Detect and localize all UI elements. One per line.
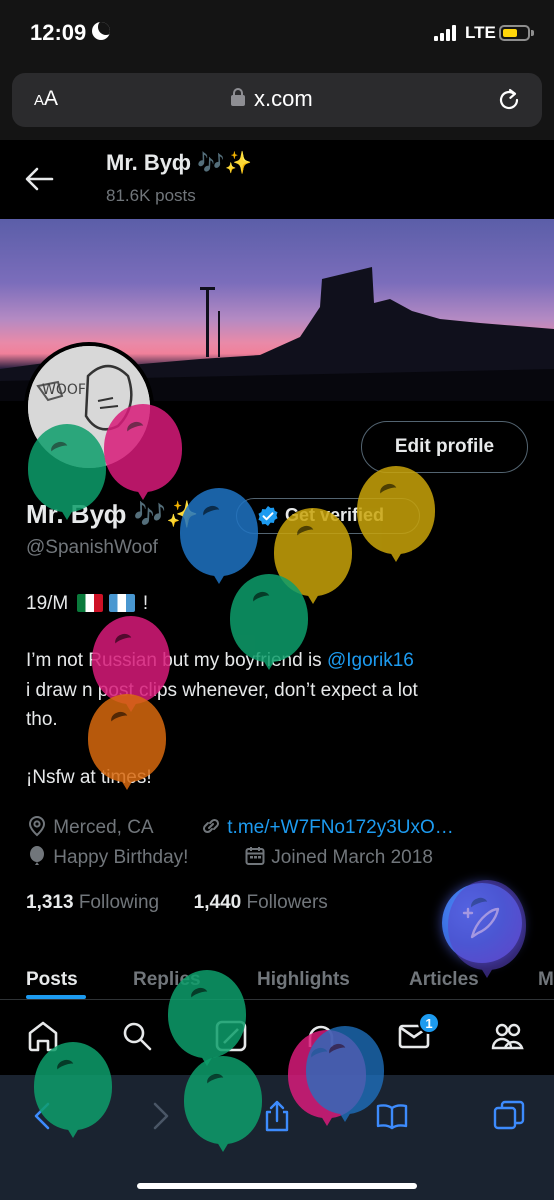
signal-icon: [434, 25, 460, 41]
search-icon[interactable]: [120, 1019, 154, 1053]
birthday-balloon: [448, 880, 526, 978]
guatemala-flag-icon: [108, 594, 135, 612]
url-text[interactable]: x.com: [254, 86, 313, 112]
boyfriend-mention-link[interactable]: @Igorik16: [327, 650, 414, 671]
birthday-balloon: [357, 466, 435, 562]
edit-profile-button[interactable]: Edit profile: [361, 421, 528, 473]
calendar-icon: [245, 847, 265, 865]
messages-badge: 1: [418, 1012, 440, 1034]
home-indicator: [137, 1183, 417, 1189]
birthday-balloon: [180, 488, 258, 584]
joined-row: Joined March 2018: [244, 845, 433, 869]
back-arrow-icon[interactable]: [24, 166, 54, 192]
status-bar: 12:09 LTE: [0, 0, 554, 66]
link-row[interactable]: t.me/+W7FNo172y3UxO…: [200, 815, 454, 839]
forward-icon[interactable]: [143, 1099, 177, 1133]
location-row: Merced, CA: [26, 815, 154, 839]
bio-line-2: I’m not Russian but my boyfriend is @Igo…: [26, 650, 414, 671]
url-bar[interactable]: AAAA x.com: [12, 73, 542, 127]
birthday-balloon: [34, 1042, 112, 1138]
status-time: 12:09: [30, 20, 87, 45]
tab-articles[interactable]: Articles: [409, 969, 479, 991]
bio-line-1: 19/M !: [26, 593, 149, 614]
battery-icon: [499, 25, 530, 41]
birthday-balloon: [104, 404, 182, 500]
location-text: Merced, CA: [53, 817, 154, 838]
birthday-balloon: [92, 616, 170, 712]
bio-line-4: tho.: [26, 709, 58, 730]
birthday-balloon: [88, 694, 166, 790]
svg-text:WOOF: WOOF: [42, 382, 86, 398]
birthday-text: Happy Birthday!: [53, 847, 189, 868]
followers-link[interactable]: 1,440 Followers: [194, 892, 328, 913]
birthday-balloon: [28, 424, 106, 520]
bio-line-3: i draw n post clips whenever, don’t expe…: [26, 680, 418, 701]
header-profile-name: Mr. Вуф 🎶✨: [106, 150, 252, 176]
lock-icon: [231, 88, 245, 106]
profile-handle: @SpanishWoof: [26, 537, 158, 558]
profile-link[interactable]: t.me/+W7FNo172y3UxO…: [227, 817, 454, 838]
birthday-balloon: [168, 970, 246, 1066]
browser-toolbar: AAAA x.com: [0, 66, 554, 140]
link-icon: [202, 818, 220, 834]
network-type: LTE: [465, 23, 496, 42]
birthday-row: Happy Birthday!: [26, 845, 188, 869]
tab-highlights[interactable]: Highlights: [257, 969, 350, 991]
balloon-icon: [30, 846, 44, 865]
moon-icon: [92, 22, 110, 40]
birthday-balloon: [306, 1026, 384, 1122]
people-icon[interactable]: [490, 1019, 524, 1053]
active-tab-indicator: [26, 995, 86, 999]
following-link[interactable]: 1,313 Following: [26, 892, 159, 913]
mexico-flag-icon: [76, 594, 103, 612]
tab-media[interactable]: M: [538, 969, 554, 991]
tab-posts[interactable]: Posts: [26, 969, 78, 991]
bookmarks-icon[interactable]: [375, 1099, 409, 1133]
location-pin-icon: [28, 815, 46, 837]
tabs-icon[interactable]: [492, 1099, 526, 1133]
share-icon[interactable]: [260, 1099, 294, 1133]
reload-icon[interactable]: [496, 87, 522, 113]
follow-stats: 1,313 Following 1,440 Followers: [26, 892, 328, 914]
joined-text: Joined March 2018: [271, 847, 433, 868]
header-post-count: 81.6K posts: [106, 186, 196, 205]
birthday-balloon: [230, 574, 308, 670]
text-size-button[interactable]: AAAA: [34, 87, 58, 111]
birthday-balloon: [184, 1056, 262, 1152]
verified-badge-icon: [258, 506, 278, 526]
